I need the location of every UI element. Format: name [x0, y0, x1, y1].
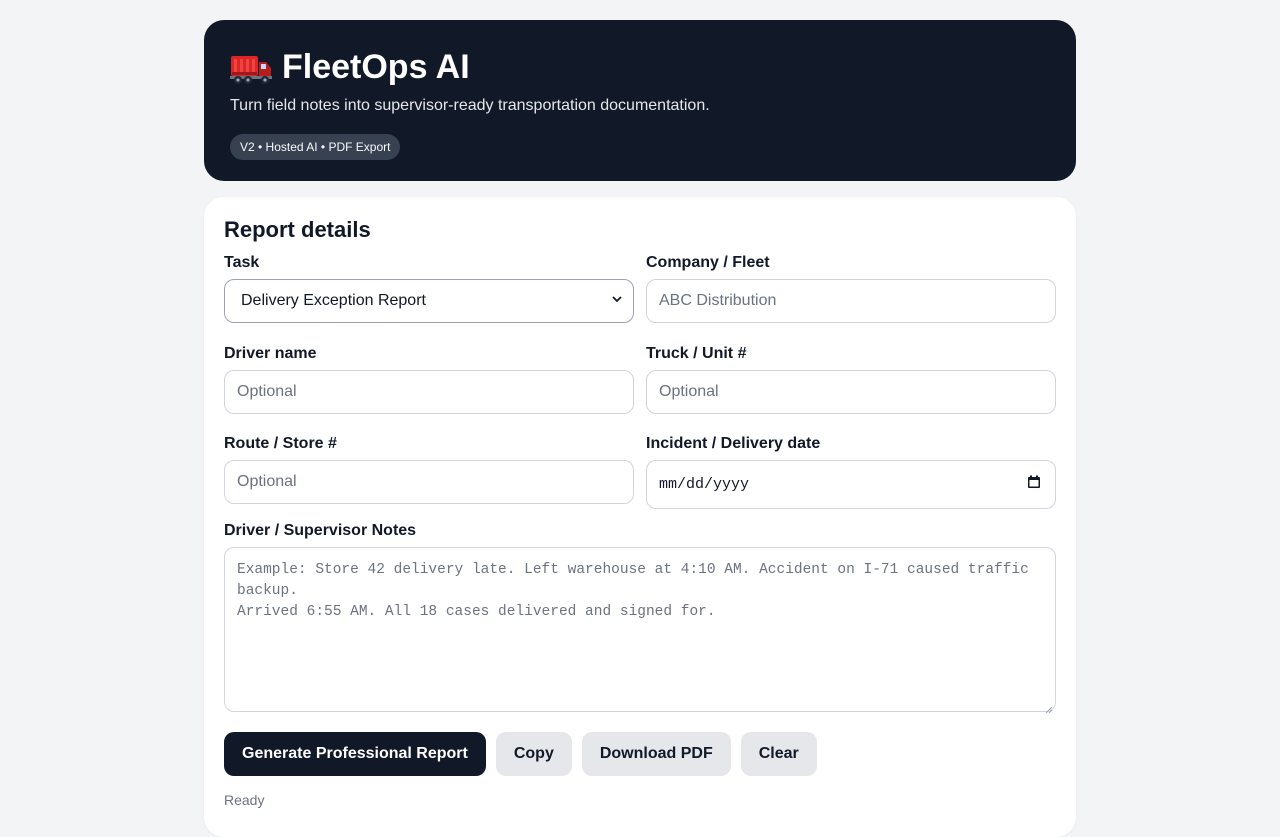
notes-label: Driver / Supervisor Notes: [224, 522, 417, 539]
route-field: Route / Store # Optional: [224, 434, 634, 509]
truck-label: Truck / Unit #: [646, 345, 747, 362]
company-field: Company / Fleet ABC Distribution: [646, 253, 1056, 323]
date-input-value: mm/dd/yyyy: [659, 476, 750, 493]
resize-handle-icon[interactable]: [1045, 701, 1053, 714]
header-banner: FleetOps AI Turn field notes into superv…: [204, 20, 1076, 181]
section-heading: Report details: [224, 217, 371, 242]
route-label: Route / Store #: [224, 435, 337, 452]
notes-placeholder: Example: Store 42 delivery late. Left wa…: [237, 562, 1029, 620]
truck-input[interactable]: Optional: [646, 370, 1056, 414]
notes-textarea[interactable]: Example: Store 42 delivery late. Left wa…: [224, 547, 1056, 714]
generate-report-button[interactable]: Generate Professional Report: [224, 732, 486, 776]
date-input[interactable]: mm/dd/yyyy: [646, 460, 1056, 509]
action-bar: Generate Professional Report Copy Downlo…: [224, 732, 1056, 776]
company-label: Company / Fleet: [646, 254, 770, 271]
company-input[interactable]: ABC Distribution: [646, 279, 1056, 323]
task-select[interactable]: Delivery Exception Report: [224, 279, 634, 323]
task-label: Task: [224, 254, 260, 271]
driver-label: Driver name: [224, 345, 317, 362]
copy-button[interactable]: Copy: [495, 732, 572, 776]
app-title-text: FleetOps AI: [282, 48, 470, 86]
version-badge: V2 • Hosted AI • PDF Export: [230, 134, 401, 160]
truck-field: Truck / Unit # Optional: [646, 344, 1056, 414]
date-label: Incident / Delivery date: [646, 435, 821, 452]
status-text: Ready: [224, 792, 265, 808]
clear-button[interactable]: Clear: [740, 732, 817, 776]
notes-field: Driver / Supervisor Notes Example: Store…: [224, 521, 1056, 714]
app-container: FleetOps AI Turn field notes into superv…: [204, 20, 1076, 837]
task-select-value: Delivery Exception Report: [241, 292, 426, 309]
download-pdf-button[interactable]: Download PDF: [581, 732, 731, 776]
chevron-down-icon: [611, 292, 623, 310]
app-title: FleetOps AI: [230, 46, 1050, 88]
route-input[interactable]: Optional: [224, 460, 634, 504]
task-field: Task Delivery Exception Report: [224, 253, 634, 323]
date-field: Incident / Delivery date mm/dd/yyyy: [646, 434, 1056, 509]
report-details-card: Report details Task Delivery Exception R…: [204, 197, 1076, 837]
driver-input[interactable]: Optional: [224, 370, 634, 414]
app-subtitle: Turn field notes into supervisor-ready t…: [230, 97, 710, 114]
truck-icon: [230, 52, 272, 86]
calendar-icon[interactable]: [1027, 475, 1041, 494]
driver-field: Driver name Optional: [224, 344, 634, 414]
